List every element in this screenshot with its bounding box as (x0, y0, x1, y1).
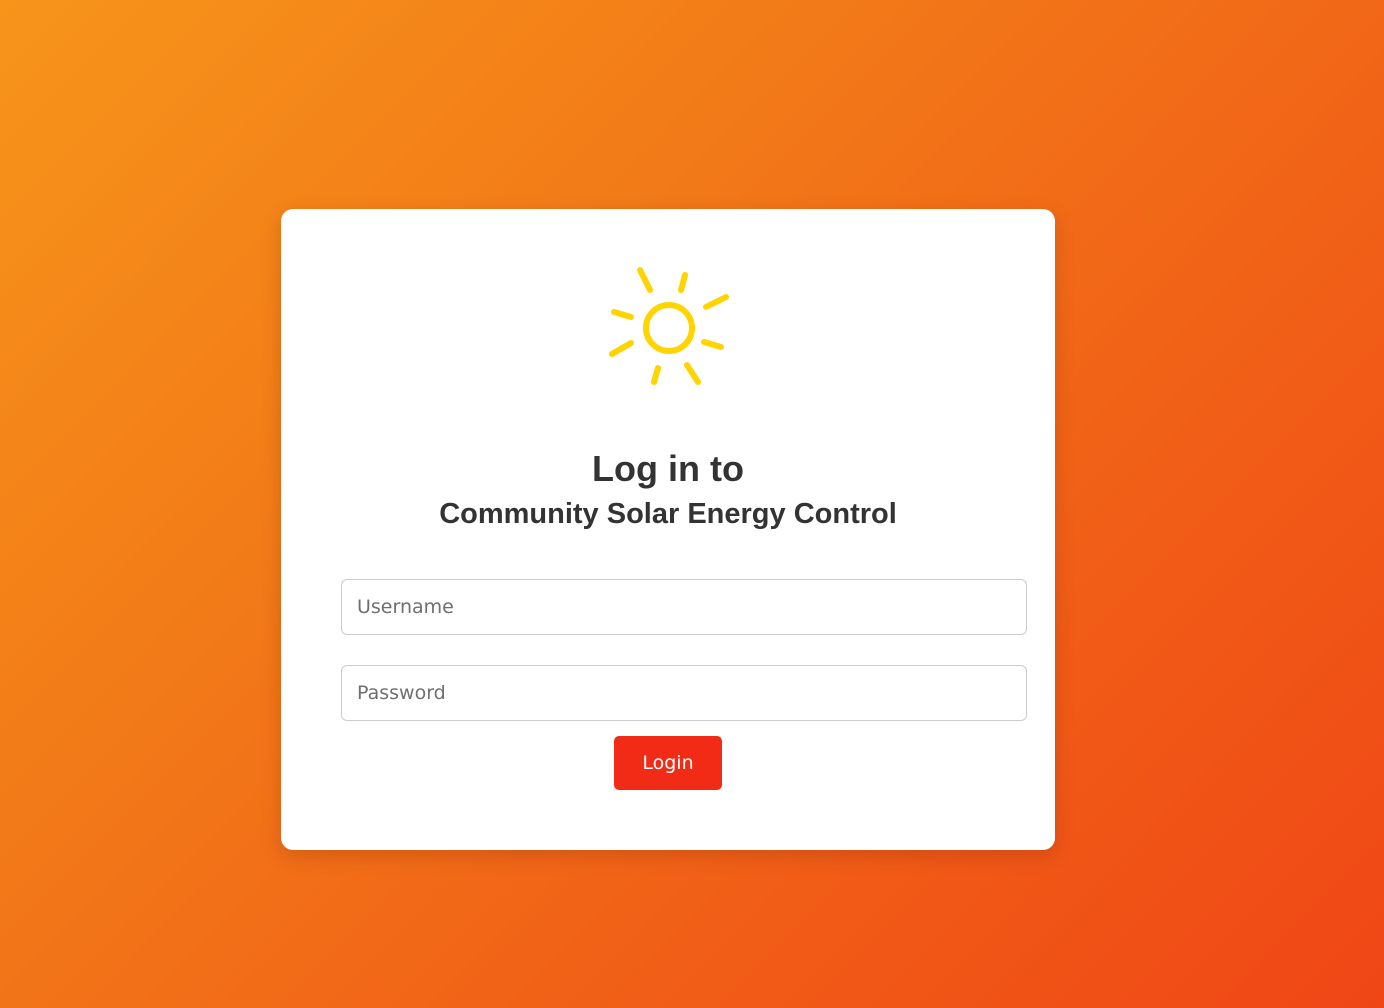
app-name-subtitle: Community Solar Energy Control (439, 498, 897, 530)
page-title: Log in to (592, 448, 744, 489)
username-input[interactable] (341, 579, 1027, 635)
login-button[interactable]: Login (614, 736, 722, 790)
sun-icon (609, 267, 729, 385)
password-input[interactable] (341, 665, 1027, 721)
